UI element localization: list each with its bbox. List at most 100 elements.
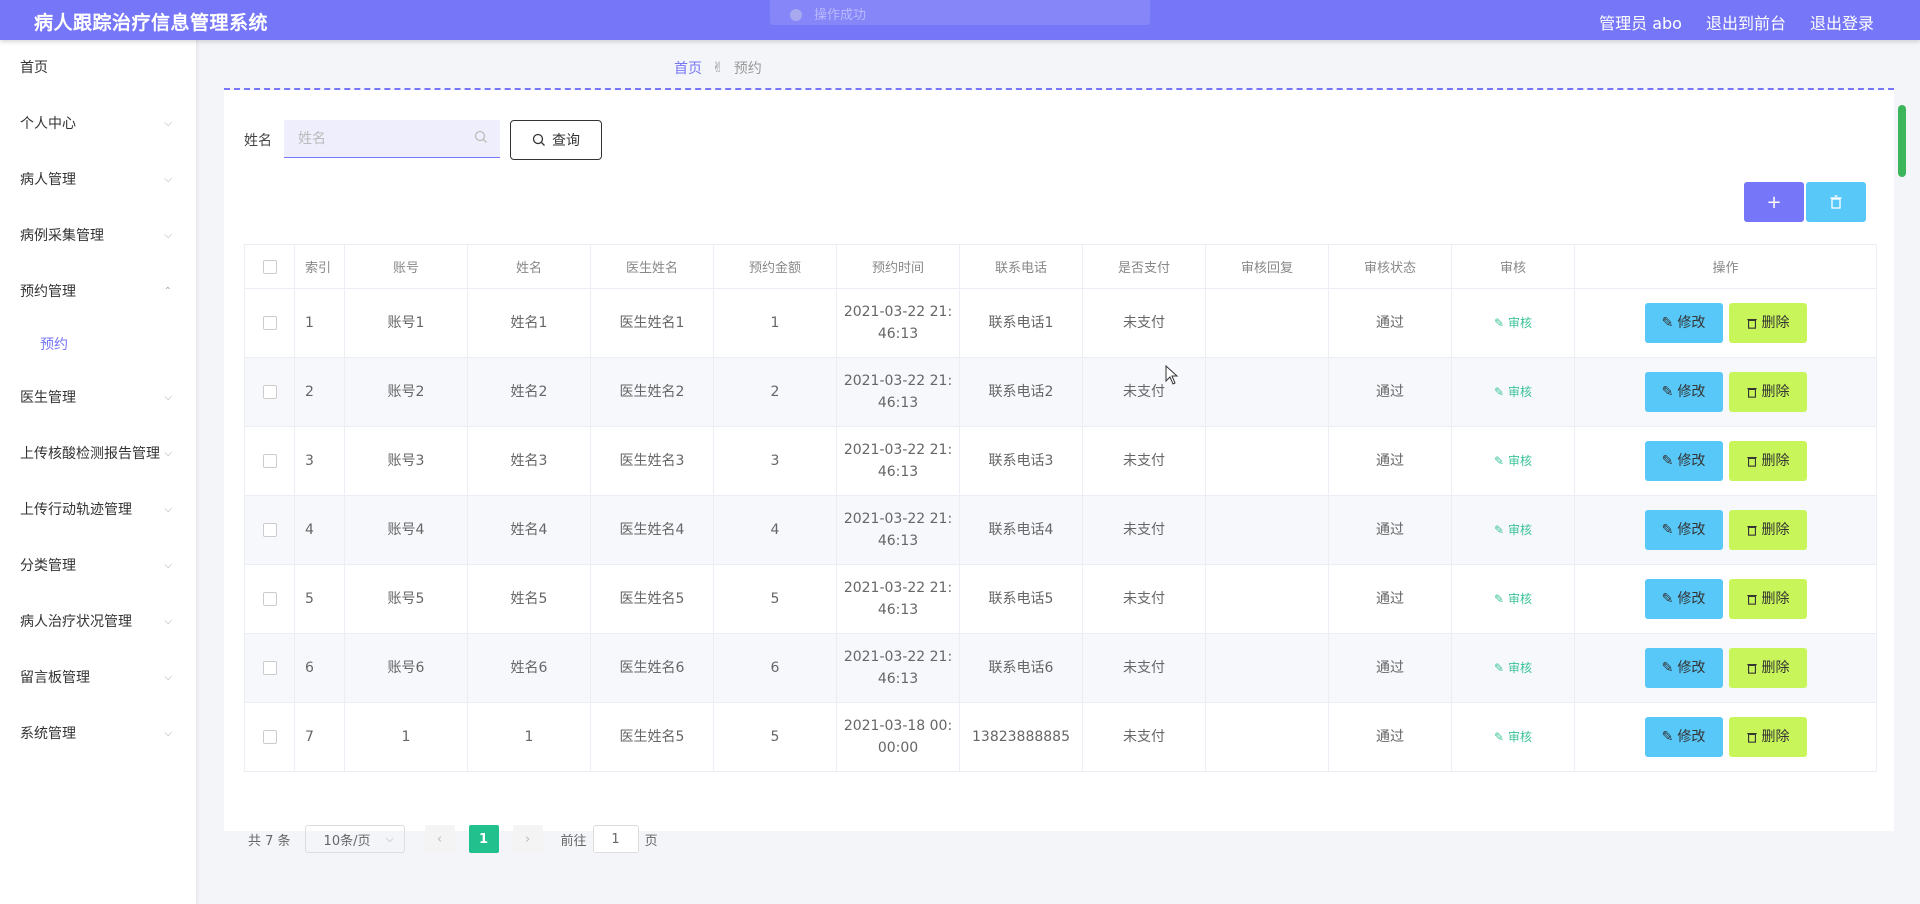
column-header[interactable]: 审核状态 <box>1328 244 1452 289</box>
sidebar-subitem-appointment[interactable]: 预约 <box>0 320 196 370</box>
time-line-2: 46:13 <box>877 671 919 687</box>
sidebar-item-case-collection[interactable]: 病例采集管理 ⌵ <box>0 208 196 264</box>
cell-amount: 5 <box>713 564 837 634</box>
audit-link[interactable]: ✎ 审核 <box>1494 523 1532 537</box>
edit-button[interactable]: ✎ 修改 <box>1644 441 1723 481</box>
column-header[interactable]: 是否支付 <box>1082 244 1206 289</box>
row-checkbox[interactable] <box>262 592 277 606</box>
pagination: 共 7 条 10条/页 ⌵ ‹ 1 › 前往 页 <box>244 825 658 853</box>
row-checkbox[interactable] <box>262 385 277 399</box>
row-checkbox[interactable] <box>262 730 277 744</box>
edit-icon: ✎ <box>1661 591 1674 607</box>
cell-status: 通过 <box>1328 426 1452 496</box>
audit-link[interactable]: ✎ 审核 <box>1494 730 1532 744</box>
sidebar-item-label: 系统管理 <box>20 726 76 742</box>
cell-paid: 未支付 <box>1082 495 1206 565</box>
edit-icon: ✎ <box>1494 385 1505 399</box>
column-header[interactable]: 操作 <box>1574 244 1877 289</box>
sidebar-item-trajectory[interactable]: 上传行动轨迹管理 ⌵ <box>0 482 196 538</box>
column-header[interactable]: 医生姓名 <box>590 244 714 289</box>
edit-button[interactable]: ✎ 修改 <box>1644 510 1723 550</box>
cell-status: 通过 <box>1328 357 1452 427</box>
sidebar-item-system[interactable]: 系统管理 ⌵ <box>0 706 196 762</box>
column-header[interactable]: 预约时间 <box>836 244 960 289</box>
edit-button[interactable]: ✎ 修改 <box>1644 579 1723 619</box>
batch-delete-button[interactable] <box>1806 182 1866 222</box>
delete-button[interactable]: 删除 <box>1728 648 1807 688</box>
delete-button[interactable]: 删除 <box>1728 717 1807 757</box>
cell-name: 姓名5 <box>467 564 591 634</box>
column-header[interactable]: 审核 <box>1451 244 1575 289</box>
sidebar-item-test-reports[interactable]: 上传核酸检测报告管理 ⌵ <box>0 426 196 482</box>
column-header[interactable]: 账号 <box>344 244 468 289</box>
edit-button[interactable]: ✎ 修改 <box>1644 648 1723 688</box>
mouse-cursor-icon <box>1165 365 1179 385</box>
cell-amount: 2 <box>713 357 837 427</box>
row-checkbox[interactable] <box>262 316 277 330</box>
cell-doctor: 医生姓名3 <box>590 426 714 496</box>
audit-link[interactable]: ✎ 审核 <box>1494 385 1532 399</box>
next-page-button[interactable]: › <box>512 825 543 853</box>
row-checkbox[interactable] <box>262 523 277 537</box>
success-toast: 操作成功 <box>770 0 1150 25</box>
query-button[interactable]: 查询 <box>510 120 602 160</box>
row-select-cell <box>244 495 295 565</box>
cell-actions: ✎ 修改 删除 <box>1574 426 1877 496</box>
select-all-checkbox[interactable] <box>262 259 277 274</box>
sidebar-item-home[interactable]: 首页 <box>0 40 196 96</box>
logout-link[interactable]: 退出登录 <box>1810 10 1874 34</box>
cell-paid: 未支付 <box>1082 288 1206 358</box>
column-header[interactable]: 索引 <box>294 244 345 289</box>
sidebar-item-label: 预约管理 <box>20 284 76 300</box>
add-button[interactable]: + <box>1744 182 1804 222</box>
chevron-down-icon: ⌵ <box>164 392 172 403</box>
sidebar-item-appointments[interactable]: 预约管理 ⌃ <box>0 264 196 320</box>
page-size-select[interactable]: 10条/页 ⌵ <box>304 825 405 853</box>
edit-button[interactable]: ✎ 修改 <box>1644 717 1723 757</box>
column-header[interactable]: 审核回复 <box>1205 244 1329 289</box>
trash-icon <box>1746 526 1757 536</box>
audit-link[interactable]: ✎ 审核 <box>1494 316 1532 330</box>
page-number-button[interactable]: 1 <box>468 825 499 853</box>
sidebar-item-message-board[interactable]: 留言板管理 ⌵ <box>0 650 196 706</box>
sidebar-item-personal-center[interactable]: 个人中心 ⌵ <box>0 96 196 152</box>
column-header[interactable]: 联系电话 <box>959 244 1083 289</box>
prev-page-button[interactable]: ‹ <box>424 825 455 853</box>
edit-icon: ✎ <box>1661 522 1674 538</box>
scrollbar[interactable] <box>1898 105 1906 177</box>
cell-audit: ✎ 审核 <box>1451 495 1575 565</box>
sidebar-item-patients[interactable]: 病人管理 ⌵ <box>0 152 196 208</box>
audit-link[interactable]: ✎ 审核 <box>1494 661 1532 675</box>
edit-button[interactable]: ✎ 修改 <box>1644 372 1723 412</box>
edit-button-label: 修改 <box>1677 729 1706 745</box>
sidebar-item-categories[interactable]: 分类管理 ⌵ <box>0 538 196 594</box>
delete-button[interactable]: 删除 <box>1728 441 1807 481</box>
column-header[interactable]: 预约金额 <box>713 244 837 289</box>
column-header[interactable]: 姓名 <box>467 244 591 289</box>
audit-link[interactable]: ✎ 审核 <box>1494 454 1532 468</box>
sidebar-item-doctors[interactable]: 医生管理 ⌵ <box>0 370 196 426</box>
search-input[interactable] <box>284 120 500 158</box>
edit-button[interactable]: ✎ 修改 <box>1644 303 1723 343</box>
delete-button[interactable]: 删除 <box>1728 303 1807 343</box>
back-to-front-link[interactable]: 退出到前台 <box>1706 10 1786 34</box>
cell-time: 2021-03-22 21: 46:13 <box>836 357 960 427</box>
delete-button[interactable]: 删除 <box>1728 372 1807 412</box>
delete-button[interactable]: 删除 <box>1728 510 1807 550</box>
delete-button[interactable]: 删除 <box>1728 579 1807 619</box>
row-select-cell <box>244 564 295 634</box>
row-checkbox[interactable] <box>262 661 277 675</box>
chevron-down-icon: ⌵ <box>164 616 172 627</box>
cell-actions: ✎ 修改 删除 <box>1574 564 1877 634</box>
cell-phone: 13823888885 <box>959 702 1083 772</box>
cell-amount: 1 <box>713 288 837 358</box>
sidebar-item-treatment-status[interactable]: 病人治疗状况管理 ⌵ <box>0 594 196 650</box>
cell-status: 通过 <box>1328 495 1452 565</box>
row-checkbox[interactable] <box>262 454 277 468</box>
cell-time: 2021-03-22 21: 46:13 <box>836 564 960 634</box>
goto-page-input[interactable] <box>592 825 639 853</box>
audit-link[interactable]: ✎ 审核 <box>1494 592 1532 606</box>
chevron-down-icon: ⌵ <box>164 448 172 459</box>
breadcrumb-home[interactable]: 首页 <box>674 58 702 78</box>
row-select-cell <box>244 357 295 427</box>
